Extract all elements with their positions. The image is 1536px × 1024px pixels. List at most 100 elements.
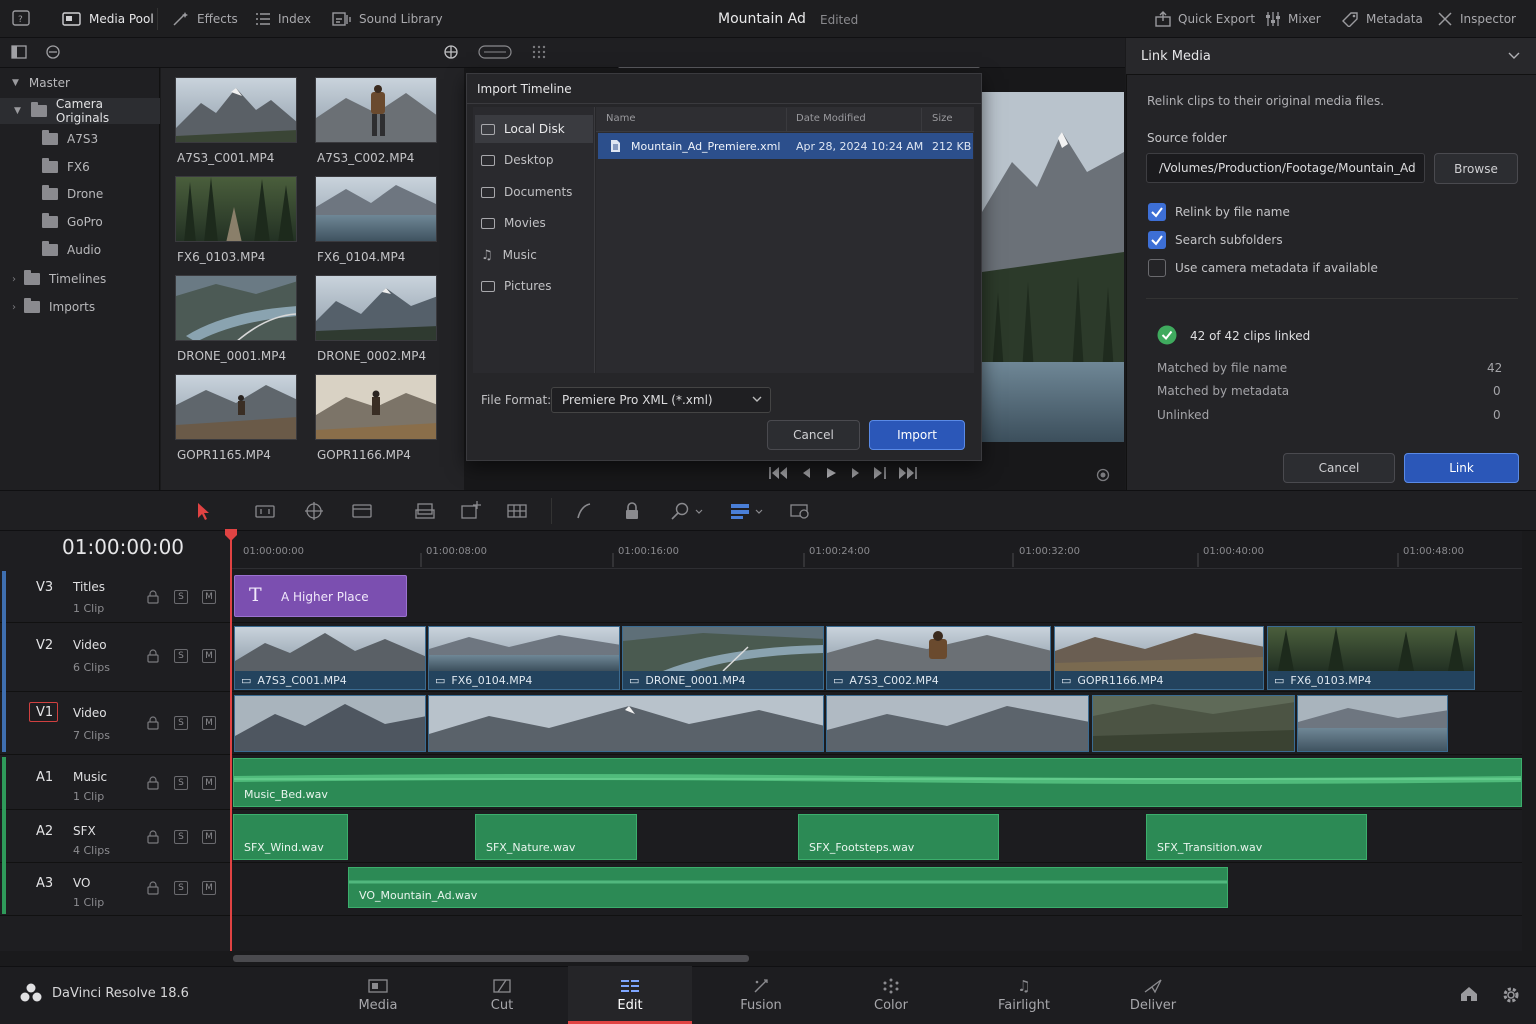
video-clip[interactable] (1092, 695, 1295, 752)
solo-button[interactable]: S (174, 881, 188, 895)
grid-view-icon[interactable] (532, 45, 546, 59)
clip-thumbnail[interactable] (315, 77, 437, 143)
gear-icon[interactable] (1502, 986, 1520, 1004)
step-back-icon[interactable] (801, 467, 811, 479)
clip-thumbnail[interactable] (175, 275, 297, 341)
video-clip[interactable]: ▭ FX6_0103.MP4 (1267, 626, 1475, 690)
column-date-modified[interactable]: Date Modified (796, 113, 866, 124)
timeline-view-options-icon[interactable] (729, 500, 769, 522)
solo-button[interactable]: S (174, 590, 188, 604)
track-lock-icon[interactable] (147, 649, 159, 663)
video-clip[interactable]: ▭ GOPR1166.MP4 (1054, 626, 1264, 690)
playhead[interactable] (230, 531, 232, 951)
insert-clip-icon[interactable] (414, 500, 436, 522)
mute-button[interactable]: M (202, 776, 216, 790)
solo-button[interactable]: S (174, 776, 188, 790)
effects-tab[interactable]: Effects (172, 0, 238, 38)
clip-thumbnail[interactable] (175, 176, 297, 242)
link-button[interactable]: Link (1404, 453, 1519, 483)
page-tab-fairlight[interactable]: ♫ Fairlight (962, 966, 1086, 1024)
video-clip[interactable]: ▭ A7S3_C001.MP4 (234, 626, 426, 690)
video-clip[interactable] (826, 695, 1089, 752)
audio-clip[interactable]: Music_Bed.wav (233, 758, 1522, 807)
audio-clip[interactable]: VO_Mountain_Ad.wav (348, 867, 1228, 908)
mute-button[interactable]: M (202, 716, 216, 730)
source-folder-input[interactable]: /Volumes/Production/Footage/Mountain_Ad (1146, 153, 1425, 183)
video-clip[interactable]: ▭ FX6_0104.MP4 (428, 626, 620, 690)
relink-by-name-checkbox[interactable] (1148, 203, 1166, 221)
video-clip[interactable]: ▭ A7S3_C002.MP4 (826, 626, 1051, 690)
dialog-cancel-button[interactable]: Cancel (767, 420, 860, 450)
chevron-down-icon[interactable] (1508, 52, 1520, 60)
trim-tool-icon[interactable] (254, 500, 276, 522)
mixer-button[interactable]: Mixer (1265, 0, 1321, 38)
bin-a7s3[interactable]: A7S3 (0, 126, 160, 152)
page-tab-cut[interactable]: Cut (440, 966, 564, 1024)
page-tab-media[interactable]: Media (316, 966, 440, 1024)
bin-audio[interactable]: Audio (0, 237, 160, 263)
metadata-button[interactable]: Metadata (1341, 0, 1423, 38)
play-icon[interactable] (826, 467, 837, 479)
media-pool-tab[interactable]: Media Pool (62, 0, 154, 38)
viewer-mode-icon[interactable] (443, 44, 459, 60)
page-tab-fusion[interactable]: Fusion (699, 966, 823, 1024)
viewer-options-icon[interactable] (1096, 468, 1110, 482)
vertical-scrollbar[interactable] (1522, 531, 1536, 951)
go-to-start-icon[interactable] (768, 466, 788, 480)
replace-clip-icon[interactable] (506, 500, 528, 522)
bin-timelines[interactable]: › Timelines (0, 266, 160, 292)
step-forward-icon[interactable] (851, 467, 861, 479)
location-music[interactable]: ♫ Music (475, 241, 593, 269)
location-desktop[interactable]: Desktop (475, 146, 593, 174)
video-clip[interactable] (428, 695, 824, 752)
import-button[interactable]: Import (869, 420, 965, 450)
page-tab-deliver[interactable]: Deliver (1091, 966, 1215, 1024)
location-documents[interactable]: Documents (475, 178, 593, 206)
panel-toggle-icon[interactable] (11, 45, 27, 59)
overwrite-clip-icon[interactable] (459, 500, 481, 522)
solo-button[interactable]: S (174, 830, 188, 844)
audio-clip[interactable]: SFX_Footsteps.wav (798, 814, 999, 860)
location-pictures[interactable]: Pictures (475, 272, 593, 300)
audio-clip[interactable]: SFX_Nature.wav (475, 814, 637, 860)
quick-export-button[interactable]: Quick Export (1155, 0, 1255, 38)
bin-gopro[interactable]: GoPro (0, 209, 160, 235)
column-size[interactable]: Size (932, 113, 953, 124)
link-cancel-button[interactable]: Cancel (1283, 453, 1395, 483)
clip-thumbnail[interactable] (175, 374, 297, 440)
home-icon[interactable] (1460, 986, 1478, 1002)
dynamic-trim-icon[interactable] (303, 500, 325, 522)
video-clip[interactable] (1297, 695, 1448, 752)
workspace-icon[interactable]: ? (12, 10, 30, 26)
inspector-button[interactable]: Inspector (1437, 0, 1516, 38)
bin-fx6[interactable]: FX6 (0, 154, 160, 180)
browse-button[interactable]: Browse (1434, 153, 1518, 184)
track-lock-icon[interactable] (147, 590, 159, 604)
timeline-settings-icon[interactable] (789, 500, 811, 522)
index-tab[interactable]: Index (255, 0, 311, 38)
page-tab-color[interactable]: Color (829, 966, 953, 1024)
bin-imports[interactable]: › Imports (0, 294, 160, 320)
page-tab-edit[interactable]: Edit (568, 966, 692, 1024)
clip-thumbnail[interactable] (315, 176, 437, 242)
sound-library-tab[interactable]: Sound Library (332, 0, 443, 38)
title-clip[interactable]: T A Higher Place (234, 575, 407, 617)
track-lock-icon[interactable] (147, 830, 159, 844)
video-clip[interactable]: ▭ DRONE_0001.MP4 (622, 626, 824, 690)
metadata-view-icon[interactable] (45, 44, 61, 60)
blade-tool-icon[interactable] (351, 500, 373, 522)
snapping-icon[interactable] (573, 500, 595, 522)
selection-tool-icon[interactable] (193, 500, 215, 522)
search-subfolders-checkbox[interactable] (1148, 231, 1166, 249)
column-name[interactable]: Name (606, 113, 636, 124)
bin-drone[interactable]: Drone (0, 181, 160, 207)
clip-thumbnail[interactable] (315, 275, 437, 341)
file-format-select[interactable]: Premiere Pro XML (*.xml) (551, 387, 771, 413)
mute-button[interactable]: M (202, 881, 216, 895)
audio-waveform-icon[interactable] (478, 45, 512, 59)
track-lock-icon[interactable] (147, 881, 159, 895)
solo-button[interactable]: S (174, 716, 188, 730)
audio-clip[interactable]: SFX_Wind.wav (233, 814, 348, 860)
mute-button[interactable]: M (202, 649, 216, 663)
solo-button[interactable]: S (174, 649, 188, 663)
